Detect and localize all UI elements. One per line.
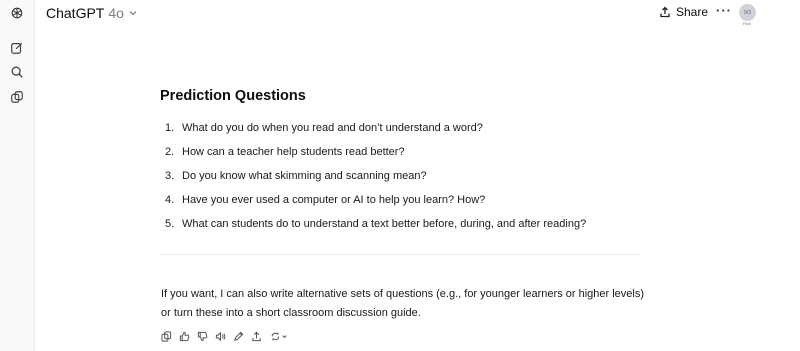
list-item: 1. What do you do when you read and don’… xyxy=(165,116,586,140)
question-text: What can students do to understand a tex… xyxy=(182,218,587,230)
list-number: 3. xyxy=(165,170,175,182)
list-number: 4. xyxy=(165,194,175,206)
list-item: 3. Do you know what skimming and scannin… xyxy=(165,164,586,188)
list-number: 1. xyxy=(165,122,175,134)
avatar-caption: Rick xyxy=(743,21,751,26)
library-icon[interactable] xyxy=(9,89,25,105)
section-heading: Prediction Questions xyxy=(160,88,306,104)
share-icon[interactable] xyxy=(250,330,263,343)
list-item: 4. Have you ever used a computer or AI t… xyxy=(165,188,586,212)
message-actions xyxy=(160,328,295,344)
read-aloud-icon[interactable] xyxy=(214,330,227,343)
share-label: Share xyxy=(676,5,709,19)
question-text: What do you do when you read and don’t u… xyxy=(182,122,483,134)
edit-canvas-icon[interactable] xyxy=(232,330,245,343)
copy-icon[interactable] xyxy=(160,330,173,343)
question-text: How can a teacher help students read bet… xyxy=(182,146,405,158)
model-selector[interactable]: ChatGPT 4o xyxy=(46,5,138,21)
chevron-down-icon xyxy=(129,11,137,16)
question-list: 1. What do you do when you read and don’… xyxy=(165,116,586,236)
model-name: ChatGPT xyxy=(46,5,105,21)
list-number: 2. xyxy=(165,146,175,158)
search-icon[interactable] xyxy=(9,64,25,80)
new-chat-icon[interactable] xyxy=(9,40,25,56)
share-button[interactable]: Share xyxy=(659,5,708,19)
followup-line-1: If you want, I can also write alternativ… xyxy=(161,288,645,300)
followup-line-2: or turn these into a short classroom dis… xyxy=(161,307,421,319)
thumbs-up-icon[interactable] xyxy=(178,330,191,343)
avatar-initials: SO xyxy=(743,9,752,16)
upload-icon xyxy=(660,6,670,18)
model-version: 4o xyxy=(108,5,124,21)
list-item: 5. What can students do to understand a … xyxy=(165,212,586,236)
question-text: Do you know what skimming and scanning m… xyxy=(182,170,427,182)
question-text: Have you ever used a computer or AI to h… xyxy=(182,194,486,206)
list-number: 5. xyxy=(165,218,175,230)
followup-paragraph: If you want, I can also write alternativ… xyxy=(161,285,701,323)
more-options-button[interactable]: ··· xyxy=(716,3,732,18)
divider xyxy=(160,254,640,255)
avatar[interactable]: SO xyxy=(739,4,756,21)
regenerate-icon[interactable] xyxy=(268,330,290,343)
logo-icon[interactable] xyxy=(9,5,25,21)
list-item: 2. How can a teacher help students read … xyxy=(165,140,586,164)
sidebar xyxy=(0,0,35,351)
thumbs-down-icon[interactable] xyxy=(196,330,209,343)
